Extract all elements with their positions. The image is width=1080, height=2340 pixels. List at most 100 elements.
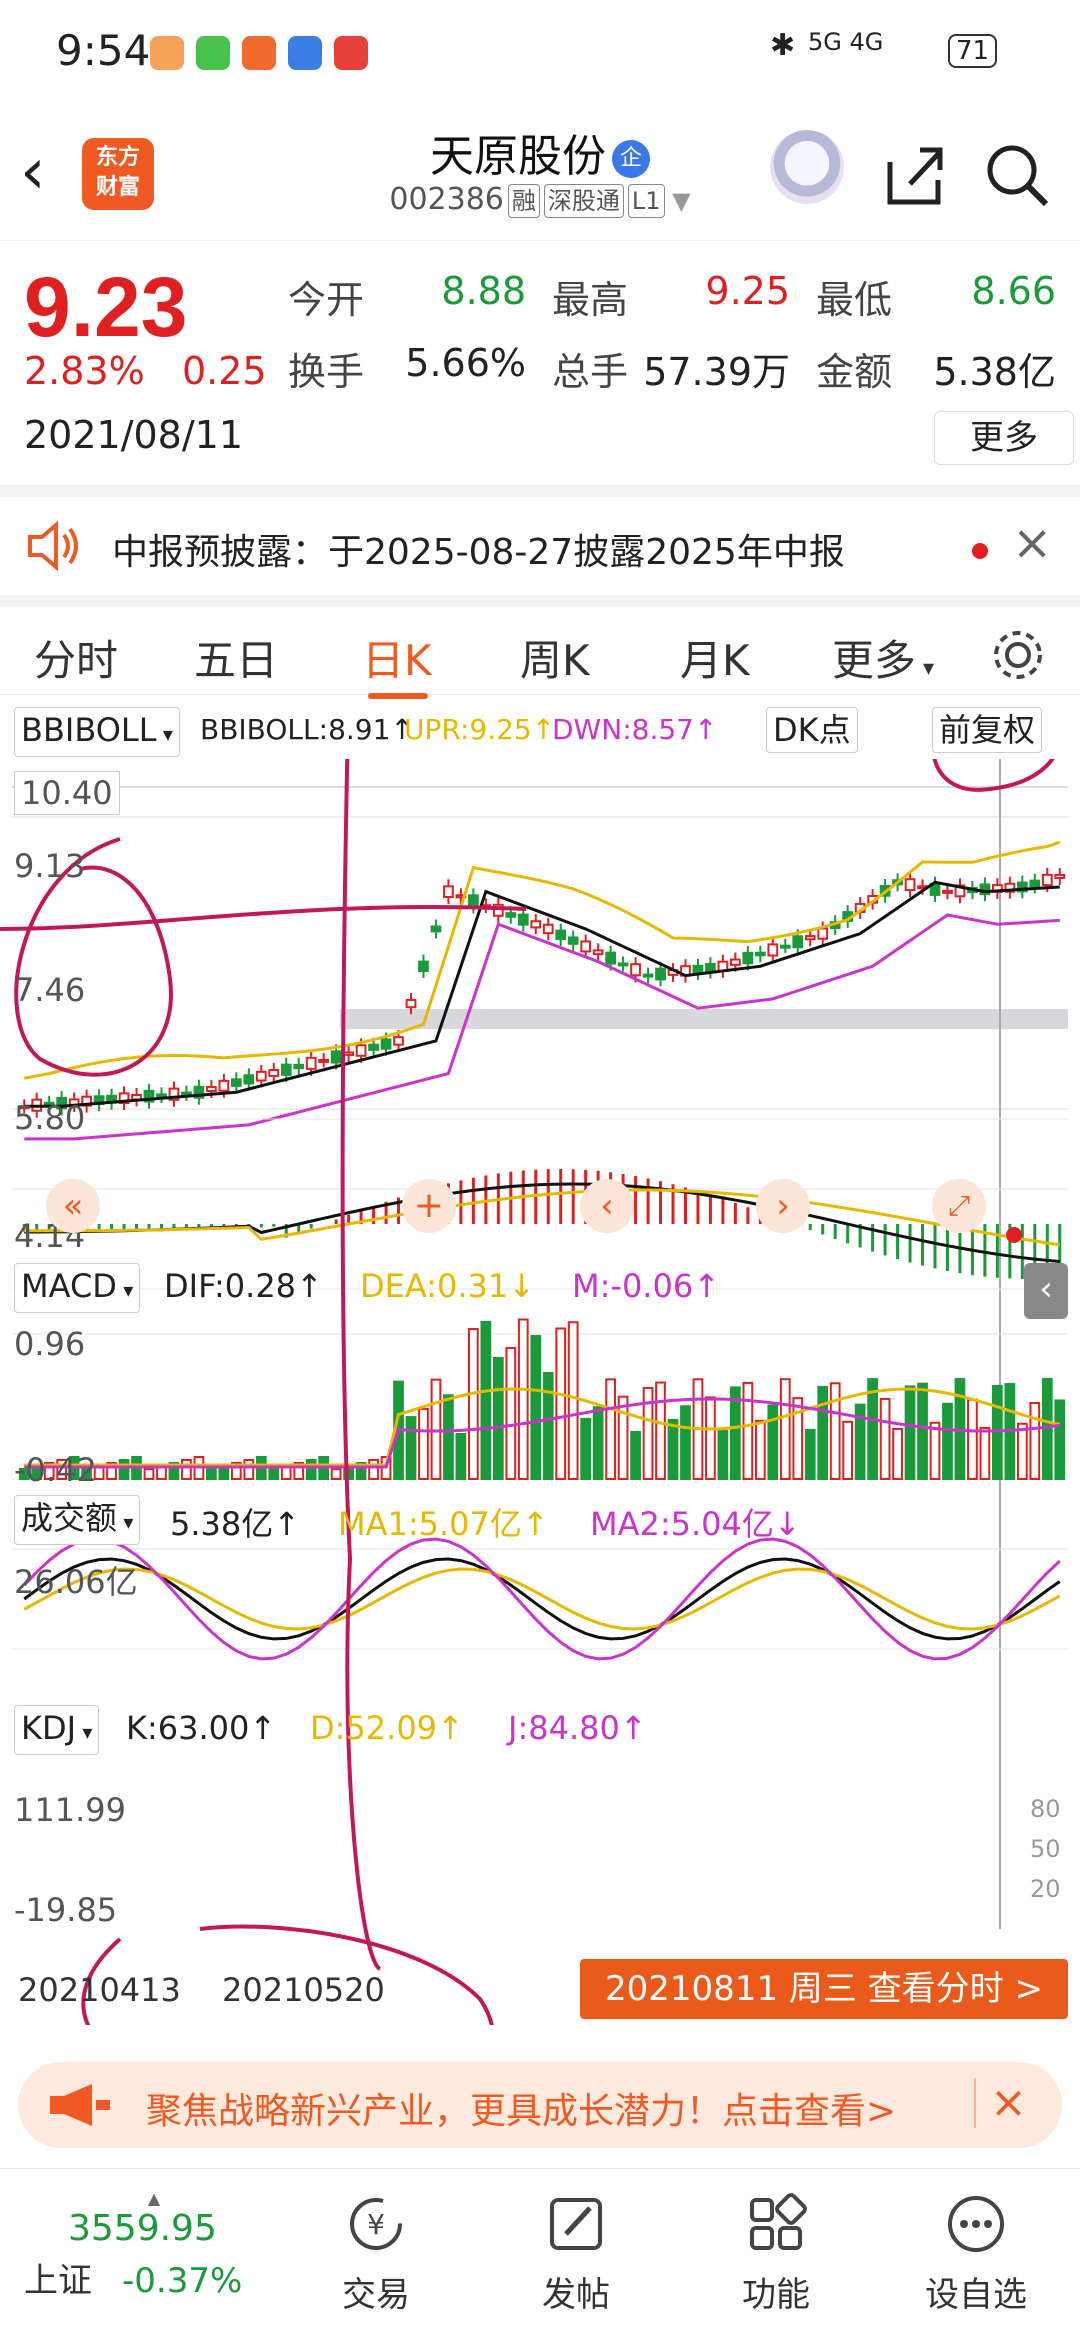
- enterprise-badge: 企: [612, 140, 650, 178]
- index-change: -0.37%: [122, 2261, 243, 2301]
- low-label: 最低: [816, 278, 893, 322]
- volume-bar: [667, 1418, 679, 1480]
- candle-body: [530, 920, 542, 929]
- candle-body: [567, 936, 579, 945]
- tab-minute[interactable]: 分时: [34, 627, 118, 688]
- volume-bar: [1029, 1402, 1041, 1481]
- scroll-left-double-icon[interactable]: «: [46, 1179, 100, 1233]
- bluetooth-icon: ✱: [770, 28, 796, 63]
- kline-chart-area[interactable]: BBIBOLL ▾ BBIBOLL:8.91↑ UPR:9.25↑ DWN:8.…: [0, 695, 1080, 2025]
- x-date-1: 20210413: [18, 1971, 181, 2009]
- macd-bar: [334, 1219, 338, 1224]
- scroll-right-icon[interactable]: ›: [756, 1179, 810, 1233]
- volume-bar: [617, 1395, 629, 1481]
- dk-point-button[interactable]: DK点: [766, 707, 858, 753]
- candle-body: [605, 951, 616, 965]
- signal-dot: [1006, 1227, 1022, 1243]
- promo-banner[interactable]: 聚焦战略新兴产业，更具成长潜力！点击查看> ×: [18, 2062, 1062, 2148]
- volume-bar: [992, 1384, 1003, 1480]
- view-intraday-button[interactable]: 20210811 周三 查看分时 >: [580, 1959, 1068, 2019]
- tab-daily-k[interactable]: 日K: [362, 627, 432, 688]
- y-tick-1: 9.13: [14, 847, 86, 885]
- volume-bar: [368, 1459, 379, 1480]
- collapse-panel-icon[interactable]: ‹: [1024, 1263, 1068, 1319]
- macd-bar: [995, 1224, 999, 1278]
- candle-body: [443, 885, 454, 898]
- index-ticker[interactable]: ▲ 3559.95 上证 -0.37%: [24, 2189, 284, 2302]
- volume-selector[interactable]: 成交额 ▾: [14, 1495, 141, 1545]
- candle-body: [692, 964, 704, 974]
- chevron-down-icon[interactable]: ▼: [665, 187, 690, 215]
- candle-body: [555, 929, 567, 940]
- status-time: 9:54: [56, 26, 151, 75]
- boll-selector[interactable]: BBIBOLL ▾: [14, 707, 180, 757]
- candle-body: [630, 963, 641, 977]
- candle-body: [779, 944, 791, 949]
- quote-panel: 9.23 2.83% 0.25 2021/08/11 今开 8.88 最高 9.…: [0, 240, 1080, 485]
- tab-more[interactable]: 更多 ▾: [832, 627, 934, 688]
- nav-functions[interactable]: 功能: [696, 2189, 856, 2316]
- macd-m-value: M:-0.06↑: [572, 1267, 720, 1305]
- kdj-tick-80: 80: [1030, 1795, 1061, 1823]
- tag-level: L1: [627, 184, 665, 218]
- edit-icon: [496, 2189, 656, 2259]
- volume-bar: [268, 1468, 280, 1480]
- macd-bar: [721, 1198, 725, 1224]
- volume-bar: [181, 1459, 192, 1480]
- turnover-label: 换手: [288, 350, 365, 394]
- volume-bar: [904, 1385, 916, 1481]
- volume-bar: [705, 1396, 716, 1480]
- tab-monthly-k[interactable]: 月K: [680, 627, 750, 688]
- kdj-y-bottom: -19.85: [14, 1891, 118, 1929]
- tag-connect: 深股通: [543, 184, 624, 218]
- volume-bar: [505, 1347, 517, 1481]
- boll-lower-value: DWN:8.57↑: [552, 713, 718, 746]
- macd-bar: [746, 1207, 750, 1224]
- candle-body: [1054, 873, 1066, 879]
- candle-body: [705, 963, 716, 973]
- close-icon[interactable]: ×: [1012, 515, 1052, 571]
- settings-gear-icon[interactable]: [988, 625, 1048, 685]
- assistant-avatar[interactable]: [770, 130, 844, 204]
- volume-y-top: 26.06亿: [14, 1563, 138, 1601]
- tab-five-day[interactable]: 五日: [194, 627, 278, 688]
- volume-bar: [879, 1397, 891, 1480]
- kdj-selector[interactable]: KDJ ▾: [14, 1705, 100, 1755]
- macd-bar: [933, 1224, 937, 1269]
- candle-body: [904, 878, 916, 892]
- notice-bar[interactable]: 中报预披露：于2025-08-27披露2025年中报 ×: [0, 485, 1080, 595]
- volume-bar: [455, 1432, 467, 1481]
- nav-post[interactable]: 发帖: [496, 2189, 656, 2316]
- macd-bar: [908, 1224, 912, 1263]
- amount-value: 5.38亿: [933, 350, 1056, 394]
- volume-bar: [1016, 1422, 1028, 1480]
- candle-body: [418, 960, 429, 972]
- tab-weekly-k[interactable]: 周K: [520, 627, 590, 688]
- volume-bar: [118, 1459, 130, 1480]
- scroll-left-icon[interactable]: ‹: [580, 1179, 634, 1233]
- current-price: 9.23: [24, 260, 188, 354]
- search-icon[interactable]: [982, 140, 1052, 210]
- candle-body: [380, 1038, 392, 1050]
- kdj-j-line: [23, 1537, 1061, 1661]
- adjust-button[interactable]: 前复权: [932, 707, 1043, 753]
- candle-body: [767, 943, 779, 957]
- more-button[interactable]: 更多: [934, 411, 1074, 465]
- macd-selector[interactable]: MACD ▾: [14, 1263, 141, 1313]
- banner-close-icon[interactable]: ×: [974, 2078, 1027, 2128]
- volume-bar: [480, 1320, 492, 1481]
- share-icon[interactable]: [880, 140, 950, 210]
- nav-add-watchlist[interactable]: 设自选: [896, 2189, 1056, 2316]
- zoom-in-icon[interactable]: +: [402, 1179, 456, 1233]
- volume-value: 57.39万: [643, 350, 790, 394]
- macd-bar: [571, 1169, 575, 1224]
- nav-trade[interactable]: ¥ 交易: [296, 2189, 456, 2316]
- signal-icon: 5G 4G: [808, 28, 884, 56]
- fullscreen-icon[interactable]: ⤢: [932, 1179, 986, 1233]
- macd-dif-value: DIF:0.28↑: [164, 1267, 323, 1305]
- candle-body: [355, 1044, 367, 1057]
- volume-bar: [892, 1427, 903, 1481]
- volume-ma1-value: MA1:5.07亿↑: [338, 1505, 549, 1543]
- volume-bar: [804, 1428, 816, 1481]
- volume-bar: [305, 1459, 317, 1480]
